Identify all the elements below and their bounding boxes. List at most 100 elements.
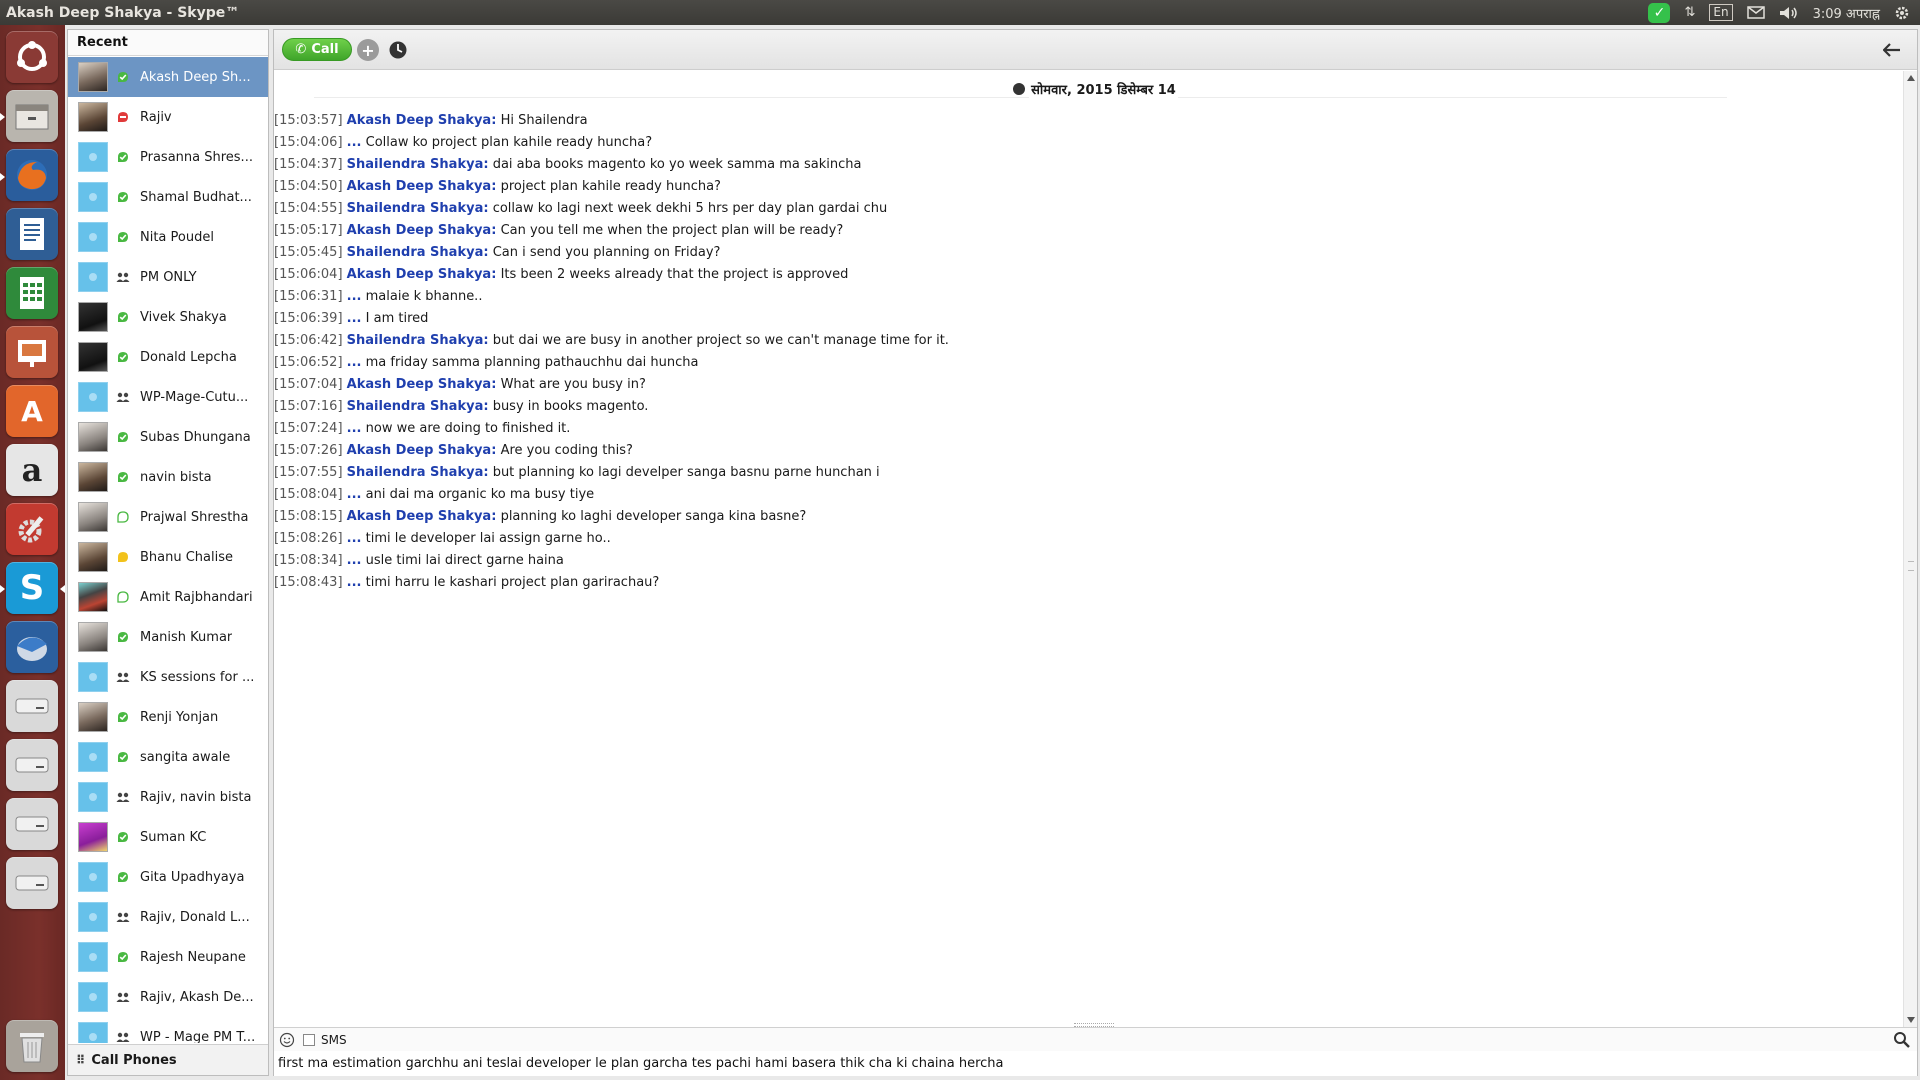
contact-item[interactable]: Subas Dhungana xyxy=(68,417,268,457)
status-online-icon xyxy=(116,950,130,964)
contact-item[interactable]: navin bista xyxy=(68,457,268,497)
date-separator: सोमवार, 2015 डिसेम्बर 14 xyxy=(274,80,1917,98)
status-online-icon xyxy=(116,710,130,724)
drive-icon[interactable] xyxy=(6,857,58,909)
volume-icon[interactable] xyxy=(1779,3,1799,23)
mail-icon[interactable] xyxy=(1746,3,1765,23)
avatar xyxy=(78,782,108,812)
chat-message: [15:08:26] ... timi le developer lai ass… xyxy=(274,528,1903,550)
software-center-icon[interactable]: A xyxy=(6,385,58,437)
amazon-icon[interactable]: a xyxy=(6,444,58,496)
avatar xyxy=(78,502,108,532)
contact-list[interactable]: Akash Deep Sh... Rajiv Prasanna Shres... Sh… xyxy=(68,57,268,1043)
chat-scrollbar[interactable] xyxy=(1903,71,1917,1027)
firefox-icon[interactable] xyxy=(6,149,58,201)
date-label: सोमवार, 2015 डिसेम्बर 14 xyxy=(1029,83,1178,98)
skype-icon[interactable]: S xyxy=(6,562,58,614)
contact-item[interactable]: Rajiv xyxy=(68,97,268,137)
contact-item[interactable]: Vivek Shakya xyxy=(68,297,268,337)
contact-item[interactable]: Rajiv, navin bista xyxy=(68,777,268,817)
message-text: but dai we are busy in another project s… xyxy=(492,333,949,348)
chat-message: [15:05:17] Akash Deep Shakya: Can you te… xyxy=(274,220,1903,242)
message-sender[interactable]: Shailendra Shakya: xyxy=(347,399,489,414)
compose-toolbar: SMS xyxy=(274,1027,1917,1051)
contact-item[interactable]: Prasanna Shres... xyxy=(68,137,268,177)
clock[interactable]: 3:09 अपराह्न xyxy=(1813,3,1880,23)
message-input[interactable] xyxy=(274,1051,1917,1076)
history-icon[interactable] xyxy=(387,39,409,61)
contact-item[interactable]: Rajesh Neupane xyxy=(68,937,268,977)
contact-item[interactable]: Prajwal Shrestha xyxy=(68,497,268,537)
add-participant-button[interactable]: + xyxy=(357,39,379,61)
contact-item[interactable]: Gita Upadhyaya xyxy=(68,857,268,897)
contact-item[interactable]: Rajiv, Akash De... xyxy=(68,977,268,1017)
scroll-down-icon[interactable] xyxy=(1907,1017,1915,1023)
message-sender[interactable]: Akash Deep Shakya: xyxy=(347,223,497,238)
keyboard-lang-indicator[interactable]: En xyxy=(1709,4,1733,21)
impress-icon[interactable] xyxy=(6,326,58,378)
trash-icon[interactable] xyxy=(6,1020,58,1072)
message-sender[interactable]: Shailendra Shakya: xyxy=(347,465,489,480)
message-sender[interactable]: Shailendra Shakya: xyxy=(347,245,489,260)
dash-icon[interactable] xyxy=(6,31,58,83)
message-sender[interactable]: Shailendra Shakya: xyxy=(347,157,489,172)
contact-item[interactable]: Renji Yonjan xyxy=(68,697,268,737)
message-timestamp: [15:04:55] xyxy=(274,201,343,216)
message-sender[interactable]: Akash Deep Shakya: xyxy=(347,179,497,194)
contact-item[interactable]: Suman KC xyxy=(68,817,268,857)
scroll-up-icon[interactable] xyxy=(1907,75,1915,81)
contact-item[interactable]: Bhanu Chalise xyxy=(68,537,268,577)
message-list[interactable]: [15:03:57] Akash Deep Shakya: Hi Shailen… xyxy=(274,110,1903,594)
writer-icon[interactable] xyxy=(6,208,58,260)
chat-message: [15:04:37] Shailendra Shakya: dai aba bo… xyxy=(274,154,1903,176)
message-sender[interactable]: Shailendra Shakya: xyxy=(347,333,489,348)
files-icon[interactable] xyxy=(6,90,58,142)
status-online-icon xyxy=(116,750,130,764)
skype-status-icon[interactable]: ✓ xyxy=(1648,2,1671,23)
message-timestamp: [15:06:42] xyxy=(274,333,343,348)
contact-name: Nita Poudel xyxy=(140,229,214,245)
contact-item[interactable]: WP - Mage PM T... xyxy=(68,1017,268,1043)
message-sender[interactable]: Akash Deep Shakya: xyxy=(347,377,497,392)
message-sender: ... xyxy=(346,575,362,590)
message-sender[interactable]: Akash Deep Shakya: xyxy=(347,267,497,282)
emoticon-icon[interactable] xyxy=(279,1032,295,1048)
network-icon[interactable]: ⇅ xyxy=(1684,3,1695,23)
contact-item[interactable]: PM ONLY xyxy=(68,257,268,297)
message-sender[interactable]: Shailendra Shakya: xyxy=(347,201,489,216)
system-settings-icon[interactable] xyxy=(6,503,58,555)
contact-item[interactable]: Shamal Budhat... xyxy=(68,177,268,217)
status-busy-icon xyxy=(116,110,130,124)
drive-icon[interactable] xyxy=(6,680,58,732)
launcher-pip xyxy=(0,173,5,181)
sms-checkbox[interactable] xyxy=(303,1033,315,1046)
message-timestamp: [15:04:06] xyxy=(274,135,343,150)
contact-item[interactable]: Akash Deep Sh... xyxy=(68,57,268,97)
message-sender[interactable]: Akash Deep Shakya: xyxy=(347,509,497,524)
contact-item[interactable]: sangita awale xyxy=(68,737,268,777)
call-button[interactable]: ✆ Call xyxy=(282,38,352,61)
contact-item[interactable]: Nita Poudel xyxy=(68,217,268,257)
contact-item[interactable]: Amit Rajbhandari xyxy=(68,577,268,617)
search-icon[interactable] xyxy=(1893,1031,1911,1049)
contact-item[interactable]: WP-Mage-Cutu... xyxy=(68,377,268,417)
message-sender[interactable]: Akash Deep Shakya: xyxy=(347,113,497,128)
scroll-grip[interactable] xyxy=(1908,561,1914,571)
avatar xyxy=(78,462,108,492)
call-phones-button[interactable]: ⠿ Call Phones xyxy=(68,1044,268,1075)
contact-item[interactable]: Manish Kumar xyxy=(68,617,268,657)
message-sender[interactable]: Akash Deep Shakya: xyxy=(347,443,497,458)
contact-item[interactable]: KS sessions for ... xyxy=(68,657,268,697)
contact-item[interactable]: Rajiv, Donald L... xyxy=(68,897,268,937)
thunderbird-icon[interactable] xyxy=(6,621,58,673)
gear-icon[interactable] xyxy=(1894,3,1910,23)
chat-message: [15:08:15] Akash Deep Shakya: planning k… xyxy=(274,506,1903,528)
contact-item[interactable]: Donald Lepcha xyxy=(68,337,268,377)
drive-icon[interactable] xyxy=(6,739,58,791)
group-icon xyxy=(116,910,130,924)
back-arrow-icon[interactable] xyxy=(1881,39,1903,61)
contact-name: Shamal Budhat... xyxy=(140,189,252,205)
avatar xyxy=(78,342,108,372)
drive-icon[interactable] xyxy=(6,798,58,850)
calc-icon[interactable] xyxy=(6,267,58,319)
